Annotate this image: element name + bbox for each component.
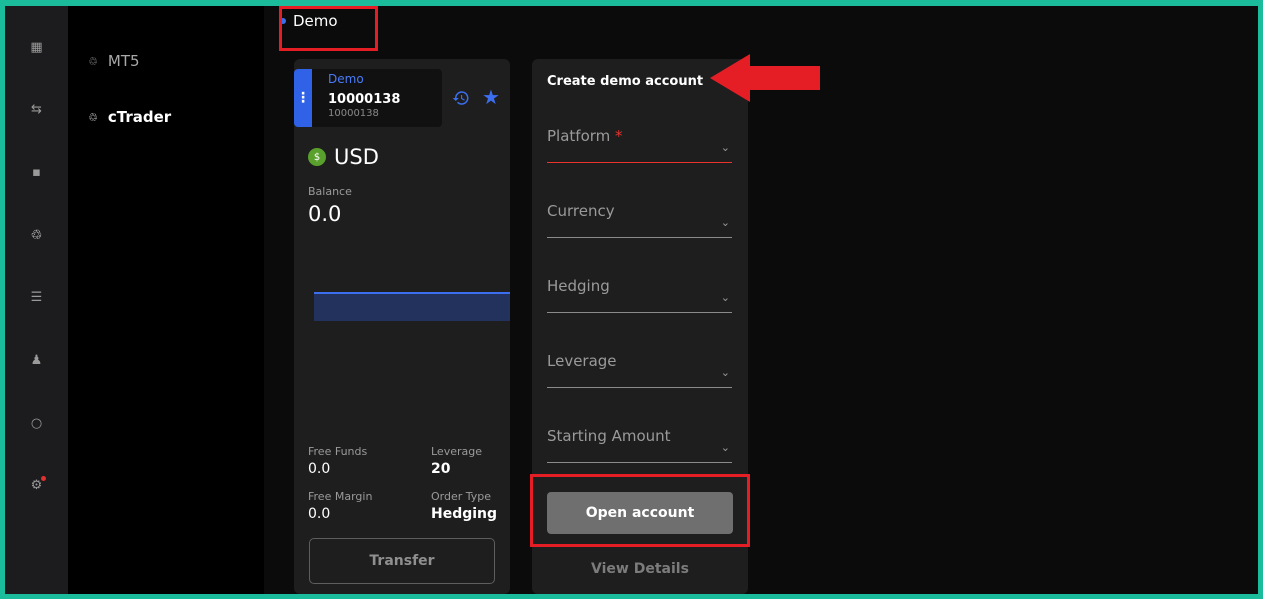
free-funds-label: Free Funds xyxy=(308,445,368,458)
platform-select[interactable]: Platform * ⌄ xyxy=(547,119,732,163)
order-type-value: Hedging xyxy=(431,506,498,522)
settings-icon[interactable]: ⚙ xyxy=(5,470,68,500)
currency-coin-icon: $ xyxy=(308,148,326,166)
account-type: Demo xyxy=(328,72,364,86)
view-details-link[interactable]: View Details xyxy=(532,561,748,577)
balance-value: 0.0 xyxy=(308,202,342,226)
history-icon[interactable] xyxy=(450,87,472,109)
free-margin-label: Free Margin xyxy=(308,490,373,503)
nav-item-label: cTrader xyxy=(107,108,172,126)
notification-dot xyxy=(41,476,46,481)
nav-item-label: MT5 xyxy=(107,52,140,70)
chat-icon[interactable]: ○ xyxy=(5,408,68,438)
grid-icon[interactable]: ▦ xyxy=(5,32,68,62)
field-label: Platform * xyxy=(547,127,623,145)
platform-nav: ♲ MT5 ♲ cTrader xyxy=(68,6,264,594)
chevron-down-icon: ⌄ xyxy=(720,216,730,229)
starting-amount-select[interactable]: Starting Amount ⌄ xyxy=(547,419,732,463)
icon-sidebar: ▦ ⇆ ▪ ♲ ☰ ♟ ○ ⚙ xyxy=(5,6,68,594)
panel-title: Create demo account xyxy=(547,74,704,89)
leverage-select[interactable]: Leverage ⌄ xyxy=(547,344,732,388)
field-label: Hedging xyxy=(547,277,610,295)
account-subnumber: 10000138 xyxy=(328,108,379,119)
transfer-icon[interactable]: ⇆ xyxy=(5,94,68,124)
chevron-down-icon: ⌄ xyxy=(720,366,730,379)
chevron-down-icon: ⌄ xyxy=(720,441,730,454)
wallet-icon[interactable]: ▪ xyxy=(5,157,68,187)
annotation-arrow-icon xyxy=(710,54,820,102)
star-icon[interactable]: ★ xyxy=(482,85,500,109)
platform-icon: ♲ xyxy=(88,110,98,124)
platform-icon: ♲ xyxy=(88,54,98,68)
currency-code: USD xyxy=(334,145,379,169)
annotation-box-demo xyxy=(279,6,378,51)
chevron-down-icon: ⌄ xyxy=(720,291,730,304)
platforms-icon[interactable]: ♲ xyxy=(5,220,68,250)
currency-display: $ USD xyxy=(308,145,379,169)
field-label: Currency xyxy=(547,202,615,220)
transfer-button[interactable]: Transfer xyxy=(309,538,495,584)
user-icon[interactable]: ♟ xyxy=(5,345,68,375)
list-icon[interactable]: ☰ xyxy=(5,282,68,312)
leverage-value: 20 xyxy=(431,461,451,477)
field-label: Starting Amount xyxy=(547,427,671,445)
annotation-box-open-account xyxy=(530,474,750,547)
balance-label: Balance xyxy=(308,185,352,198)
free-funds-value: 0.0 xyxy=(308,461,331,477)
hedging-select[interactable]: Hedging ⌄ xyxy=(547,269,732,313)
account-number: 10000138 xyxy=(328,92,401,107)
chevron-down-icon: ⌄ xyxy=(720,141,730,154)
app-frame: ▦ ⇆ ▪ ♲ ☰ ♟ ○ ⚙ ♲ MT5 ♲ cTrader Demo ⋮ D… xyxy=(5,6,1258,594)
free-margin-value: 0.0 xyxy=(308,506,331,522)
nav-item-ctrader[interactable]: ♲ cTrader xyxy=(88,108,171,126)
account-header[interactable]: ⋮ Demo 10000138 10000138 xyxy=(294,69,442,127)
required-mark: * xyxy=(615,127,623,145)
leverage-label: Leverage xyxy=(431,445,482,458)
account-card: ⋮ Demo 10000138 10000138 ★ $ USD Balance… xyxy=(294,59,510,594)
nav-item-mt5[interactable]: ♲ MT5 xyxy=(88,52,140,70)
balance-chart xyxy=(314,292,510,321)
currency-select[interactable]: Currency ⌄ xyxy=(547,194,732,238)
main-content: Demo ⋮ Demo 10000138 10000138 ★ $ USD Ba… xyxy=(264,6,1258,594)
field-label: Leverage xyxy=(547,352,617,370)
order-type-label: Order Type xyxy=(431,490,492,503)
more-options-icon[interactable]: ⋮ xyxy=(294,69,312,127)
